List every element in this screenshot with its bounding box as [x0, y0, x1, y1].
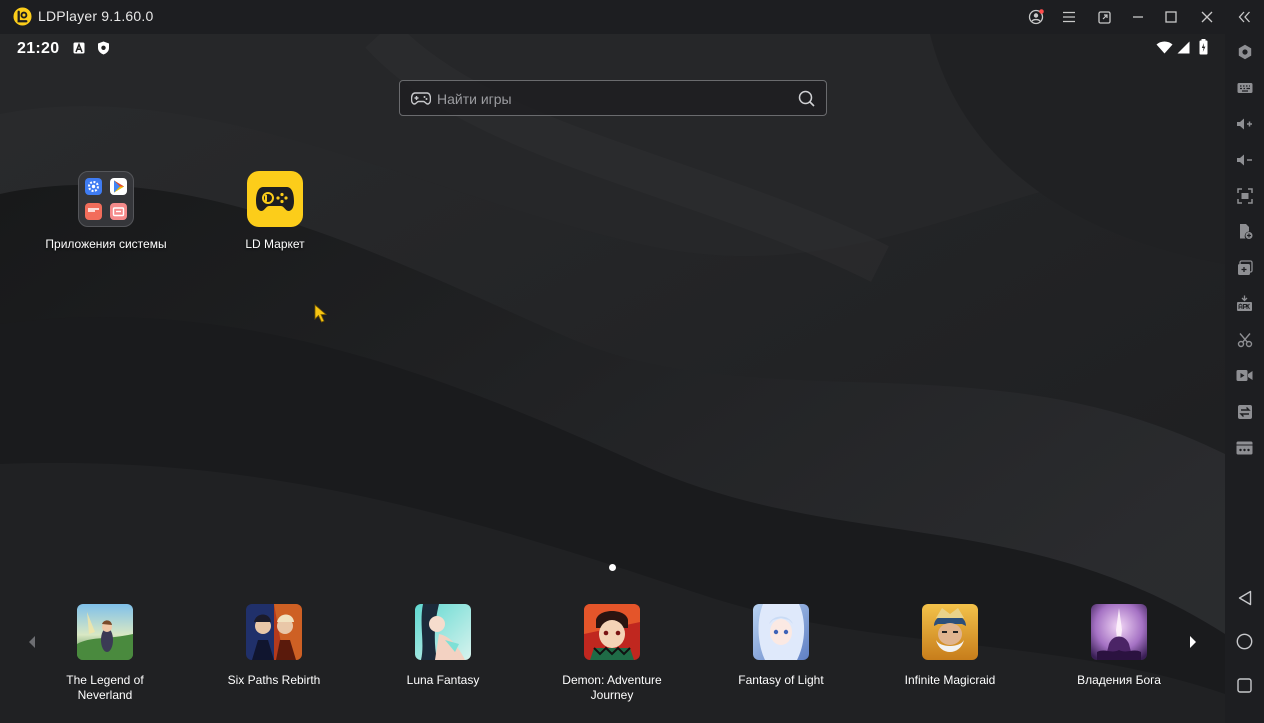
minimize-icon[interactable]: [1128, 7, 1148, 27]
ldplayer-window: LDPlayer 9.1.60.0 21:20 Найти игры Прило…: [0, 0, 1264, 723]
legend-of-neverland-icon: [77, 604, 133, 660]
more-icon[interactable]: [1235, 438, 1254, 457]
restore-window-icon[interactable]: [1094, 7, 1114, 27]
menu-icon[interactable]: [1059, 7, 1079, 27]
apk-icon[interactable]: [1235, 294, 1254, 313]
sync-icon[interactable]: [1235, 402, 1254, 421]
desktop-app-ld-market[interactable]: LD Маркет: [205, 171, 345, 251]
recents-icon[interactable]: [1235, 676, 1254, 695]
files-mini-icon: [110, 203, 127, 220]
dock-app-label: Demon: Adventure Journey: [562, 673, 662, 702]
settings-icon[interactable]: [1235, 42, 1254, 61]
search-games-bar[interactable]: Найти игры: [399, 80, 827, 116]
multi-instance-icon[interactable]: [1235, 258, 1254, 277]
collapse-sidebar-icon[interactable]: [1234, 7, 1254, 27]
wifi-icon: [1156, 41, 1173, 54]
dock-app-six-paths-rebirth[interactable]: Six Paths Rebirth: [214, 604, 334, 688]
dock-app-fantasy-of-light[interactable]: Fantasy of Light: [721, 604, 841, 688]
dock-next-arrow-icon[interactable]: [1185, 630, 1201, 654]
gallery-mini-icon: [85, 203, 102, 220]
maximize-icon[interactable]: [1161, 7, 1181, 27]
text-a-icon: [73, 42, 85, 54]
system-apps-folder-icon: [78, 171, 134, 227]
dock-app-legend-of-neverland[interactable]: The Legend of Neverland: [45, 604, 165, 703]
play-store-mini-icon: [110, 178, 127, 195]
account-icon[interactable]: [1026, 7, 1046, 27]
ld-market-icon: [247, 171, 303, 227]
close-icon[interactable]: [1197, 7, 1217, 27]
infinite-magicraid-icon: [922, 604, 978, 660]
home-icon[interactable]: [1235, 632, 1254, 651]
dock-app-vladeniya-boga[interactable]: Владения Бога: [1059, 604, 1179, 688]
luna-fantasy-icon: [415, 604, 471, 660]
dock-app-infinite-magicraid[interactable]: Infinite Magicraid: [890, 604, 1010, 688]
dock-app-label: Infinite Magicraid: [904, 673, 996, 687]
search-icon[interactable]: [798, 90, 815, 107]
page-indicator-dot: [609, 564, 616, 571]
dock-app-demon-adventure-journey[interactable]: Demon: Adventure Journey: [552, 604, 672, 703]
status-time: 21:20: [17, 40, 60, 57]
dock-app-label: Six Paths Rebirth: [227, 673, 321, 687]
android-screen[interactable]: 21:20 Найти игры Приложения системы LD М…: [0, 34, 1225, 723]
six-paths-rebirth-icon: [246, 604, 302, 660]
volume-up-icon[interactable]: [1235, 114, 1254, 133]
keyboard-mapping-icon[interactable]: [1235, 78, 1254, 97]
signal-icon: [1177, 41, 1190, 54]
dock-app-luna-fantasy[interactable]: Luna Fantasy: [383, 604, 503, 688]
desktop-app-system-apps[interactable]: Приложения системы: [36, 171, 176, 251]
dock-app-label: Владения Бога: [1077, 673, 1161, 687]
screenshot-icon[interactable]: [1235, 186, 1254, 205]
title-bar: LDPlayer 9.1.60.0: [0, 0, 1264, 34]
operation-record-icon[interactable]: [1235, 330, 1254, 349]
install-apk-icon[interactable]: [1235, 222, 1254, 241]
demon-adventure-journey-icon: [584, 604, 640, 660]
fantasy-of-light-icon: [753, 604, 809, 660]
dock-app-label: Luna Fantasy: [406, 673, 480, 687]
volume-down-icon[interactable]: [1235, 150, 1254, 169]
vladeniya-boga-icon: [1091, 604, 1147, 660]
record-video-icon[interactable]: [1235, 366, 1254, 385]
gamepad-icon: [411, 92, 431, 105]
app-label: Приложения системы: [45, 237, 167, 251]
dock-app-label: The Legend of Neverland: [66, 673, 144, 702]
app-label: LD Маркет: [245, 237, 305, 251]
shield-icon: [98, 41, 109, 55]
dock-prev-arrow-icon[interactable]: [24, 630, 40, 654]
search-placeholder: Найти игры: [437, 91, 512, 107]
mouse-pointer-icon: [314, 304, 328, 323]
battery-icon: [1199, 39, 1208, 55]
dock-app-label: Fantasy of Light: [738, 673, 824, 687]
right-toolbar: [1225, 34, 1264, 723]
back-icon[interactable]: [1235, 588, 1254, 607]
window-title: LDPlayer 9.1.60.0: [38, 8, 154, 24]
ldplayer-logo-icon: [13, 7, 32, 26]
settings-mini-icon: [85, 178, 102, 195]
